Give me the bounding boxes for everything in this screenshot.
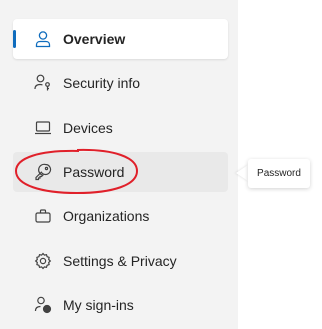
red-highlight-circle	[14, 148, 139, 195]
laptop-icon	[31, 116, 55, 140]
tooltip-arrow	[236, 165, 248, 181]
briefcase-icon	[31, 204, 55, 228]
sidebar-item-label: Security info	[63, 75, 141, 91]
sidebar-item-label: My sign-ins	[63, 297, 134, 313]
gear-icon	[31, 249, 55, 273]
active-indicator	[13, 30, 16, 48]
person-key-icon	[31, 71, 55, 95]
person-icon	[31, 27, 55, 51]
tooltip-text: Password	[257, 168, 301, 179]
sidebar-item-label: Settings & Privacy	[63, 253, 177, 269]
password-tooltip: Password	[248, 159, 310, 188]
sidebar-item-settings-privacy[interactable]: Settings & Privacy	[13, 241, 228, 281]
sidebar-item-security-info[interactable]: Security info	[13, 63, 228, 103]
sidebar-item-my-sign-ins[interactable]: My sign-ins	[13, 285, 228, 325]
sidebar-item-label: Organizations	[63, 208, 150, 224]
sidebar-item-label: Overview	[63, 31, 126, 47]
sidebar-item-organizations[interactable]: Organizations	[13, 196, 228, 236]
sidebar-item-devices[interactable]: Devices	[13, 108, 228, 148]
sidebar-item-label: Devices	[63, 120, 113, 136]
sidebar-item-overview[interactable]: Overview	[13, 19, 228, 59]
person-sync-icon	[31, 293, 55, 317]
